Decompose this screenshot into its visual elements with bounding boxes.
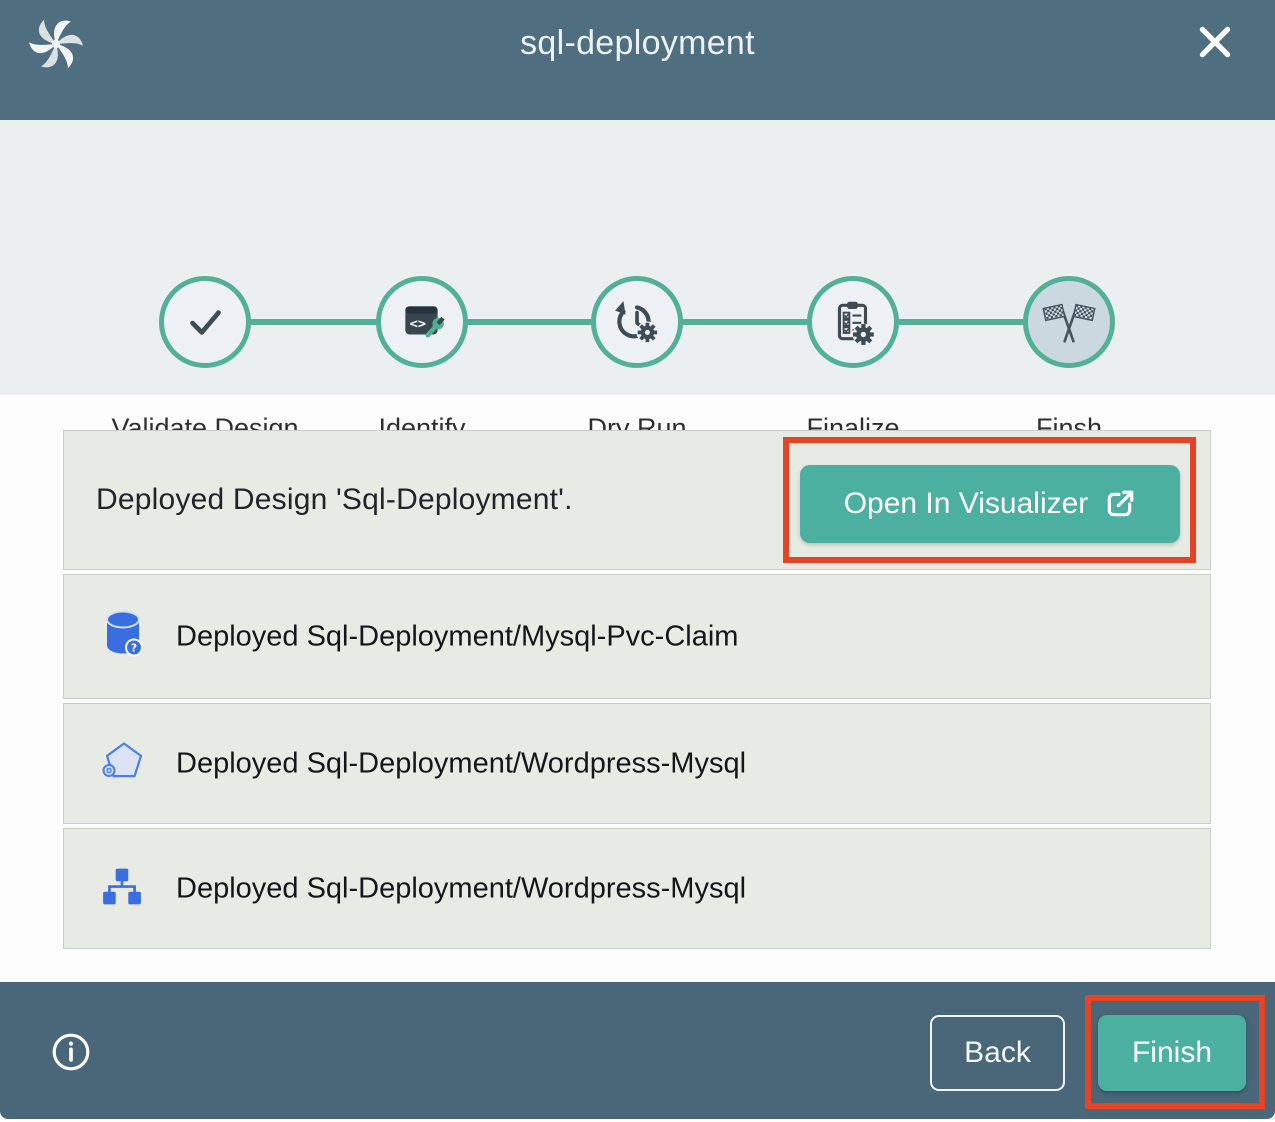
finalize-deployment-icon [828,297,878,347]
external-link-icon [1104,488,1136,520]
finish-button[interactable]: Finish [1098,1015,1246,1091]
deployed-resource-text: Deployed Sql-Deployment/Wordpress-Mysql [176,872,746,905]
deployed-resource-text: Deployed Sql-Deployment/Mysql-Pvc-Claim [176,620,738,653]
close-button[interactable] [1193,20,1237,64]
info-circle-icon [50,1031,92,1073]
modal-title: sql-deployment [0,0,1275,86]
deployment-modal: sql-deployment Validate Design <> [0,0,1275,1122]
deployed-resource-row: Deployed Sql-Deployment/Wordpress-Mysql [63,828,1211,949]
step-finish[interactable] [1023,276,1115,368]
deployed-resource-row: Deployed Sql-Deployment/Wordpress-Mysql [63,703,1211,824]
svg-text:?: ? [131,641,137,654]
code-config-icon: <> [397,297,447,347]
info-button[interactable] [50,1031,92,1073]
finish-flags-icon [1041,297,1097,347]
step-identify-environments[interactable]: <> [376,276,468,368]
open-in-visualizer-button[interactable]: Open In Visualizer [800,465,1180,543]
hierarchy-icon [101,865,143,912]
step-dry-run[interactable] [591,276,683,368]
open-in-visualizer-label: Open In Visualizer [844,487,1089,521]
deployed-design-text: Deployed Design 'Sql-Deployment'. [96,431,573,569]
database-icon: ? [101,609,145,664]
pentagon-icon [101,739,145,788]
check-icon [180,297,230,347]
deployed-resource-row: ? Deployed Sql-Deployment/Mysql-Pvc-Clai… [63,574,1211,699]
back-button[interactable]: Back [930,1015,1065,1091]
modal-header: sql-deployment [0,0,1275,120]
deployed-resource-text: Deployed Sql-Deployment/Wordpress-Mysql [176,747,746,780]
step-validate-design[interactable] [159,276,251,368]
deployment-stepper: Validate Design <> Identify Environments [0,120,1275,395]
dry-run-icon [612,297,662,347]
modal-footer: Back Finish [0,982,1275,1119]
step-finalize-deployment[interactable] [807,276,899,368]
svg-text:<>: <> [410,316,426,332]
close-icon [1194,21,1236,63]
